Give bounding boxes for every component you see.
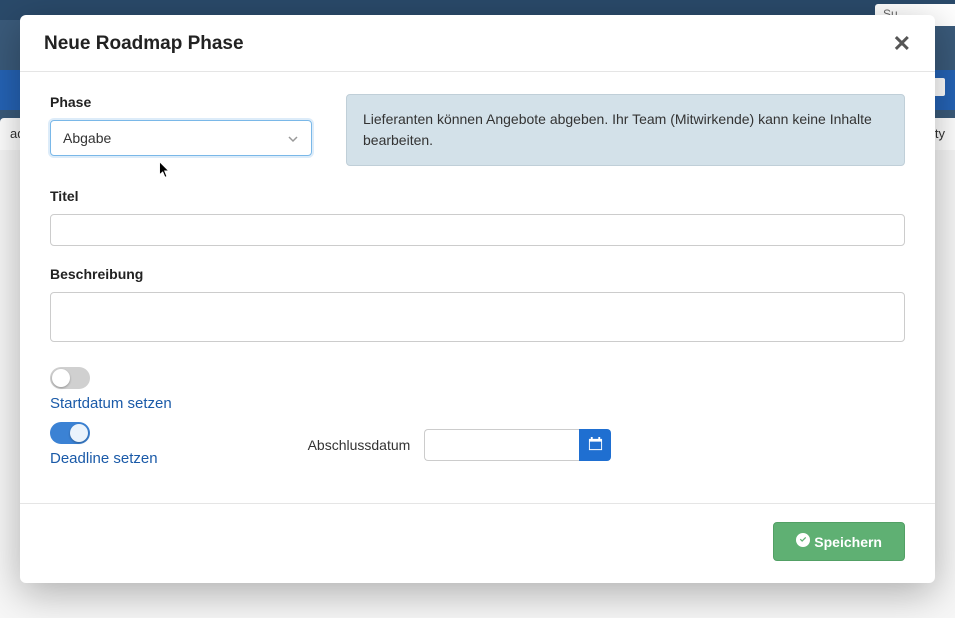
save-button[interactable]: Speichern [773, 522, 905, 561]
dialog-footer: Speichern [20, 503, 935, 583]
phase-select-value: Abgabe [63, 130, 111, 146]
deadline-toggle-label: Deadline setzen [50, 450, 158, 467]
description-label: Beschreibung [50, 266, 905, 282]
save-button-label: Speichern [814, 534, 882, 550]
start-date-toggle-label: Startdatum setzen [50, 395, 172, 412]
toggle-knob [52, 369, 70, 387]
toggle-knob [70, 424, 88, 442]
end-date-picker-button[interactable] [579, 429, 611, 461]
phase-select[interactable]: Abgabe [50, 120, 312, 156]
phase-info-box: Lieferanten können Angebote abgeben. Ihr… [346, 94, 905, 166]
dialog-title: Neue Roadmap Phase [44, 33, 244, 55]
chevron-down-icon [287, 132, 299, 150]
end-date-input[interactable] [424, 429, 579, 461]
phase-label: Phase [50, 94, 312, 110]
checkmark-circle-icon [796, 533, 810, 550]
dialog-header: Neue Roadmap Phase ✕ [20, 15, 935, 72]
close-button[interactable]: ✕ [893, 33, 911, 55]
title-input[interactable] [50, 214, 905, 246]
close-icon: ✕ [893, 31, 911, 56]
description-textarea[interactable] [50, 292, 905, 342]
deadline-toggle[interactable] [50, 422, 90, 444]
calendar-icon [588, 436, 603, 454]
dialog-body: Phase Abgabe Lieferanten können Angebote… [20, 72, 935, 467]
start-date-toggle[interactable] [50, 367, 90, 389]
end-date-label: Abschlussdatum [308, 437, 411, 453]
title-label: Titel [50, 188, 905, 204]
new-roadmap-phase-dialog: Neue Roadmap Phase ✕ Phase Abgabe Liefer… [20, 15, 935, 583]
